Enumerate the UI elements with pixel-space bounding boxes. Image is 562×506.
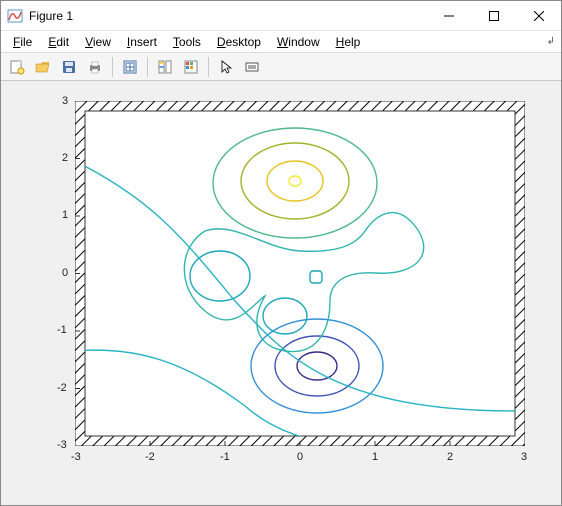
xtick-2: -1 — [220, 451, 230, 463]
toolbar-sep-2 — [147, 57, 148, 77]
minimize-button[interactable] — [426, 1, 471, 31]
menu-edit[interactable]: Edit — [42, 33, 75, 51]
menubar: File Edit View Insert Tools Desktop Wind… — [1, 31, 561, 53]
app-icon — [7, 8, 23, 24]
xtick-0: -3 — [71, 451, 81, 463]
menu-tools[interactable]: Tools — [167, 33, 207, 51]
contour-plot — [75, 101, 525, 446]
xtick-1: -2 — [145, 451, 155, 463]
toolbar — [1, 53, 561, 81]
window-buttons — [426, 1, 561, 31]
ytick-5: 2 — [62, 152, 68, 164]
close-button[interactable] — [516, 1, 561, 31]
open-button[interactable] — [31, 55, 55, 79]
titlebar: Figure 1 — [1, 1, 561, 31]
menu-insert[interactable]: Insert — [121, 33, 163, 51]
xtick-4: 1 — [372, 451, 378, 463]
axes-area[interactable]: -3 -2 -1 0 1 2 3 -3 -2 -1 0 1 2 3 — [75, 101, 525, 446]
colorbar-button[interactable] — [179, 55, 203, 79]
window-title: Figure 1 — [29, 9, 426, 23]
save-button[interactable] — [57, 55, 81, 79]
ytick-6: 3 — [62, 95, 68, 107]
menu-desktop[interactable]: Desktop — [211, 33, 267, 51]
ytick-4: 1 — [62, 209, 68, 221]
dock-arrow-icon[interactable]: ↲ — [547, 36, 555, 47]
ytick-2: -1 — [57, 324, 67, 336]
copy-button[interactable] — [118, 55, 142, 79]
ytick-3: 0 — [62, 267, 68, 279]
xtick-6: 3 — [521, 451, 527, 463]
select-button[interactable] — [240, 55, 264, 79]
new-figure-button[interactable] — [5, 55, 29, 79]
xtick-5: 2 — [447, 451, 453, 463]
ytick-1: -2 — [57, 382, 67, 394]
toolbar-sep-3 — [208, 57, 209, 77]
figure-canvas: -3 -2 -1 0 1 2 3 -3 -2 -1 0 1 2 3 — [1, 81, 561, 505]
xtick-3: 0 — [297, 451, 303, 463]
datacursor-button[interactable] — [153, 55, 177, 79]
pointer-button[interactable] — [214, 55, 238, 79]
menu-help[interactable]: Help — [330, 33, 367, 51]
menu-view[interactable]: View — [79, 33, 117, 51]
ytick-0: -3 — [57, 439, 67, 451]
print-button[interactable] — [83, 55, 107, 79]
toolbar-sep-1 — [112, 57, 113, 77]
menu-window[interactable]: Window — [271, 33, 326, 51]
maximize-button[interactable] — [471, 1, 516, 31]
menu-file[interactable]: File — [7, 33, 38, 51]
